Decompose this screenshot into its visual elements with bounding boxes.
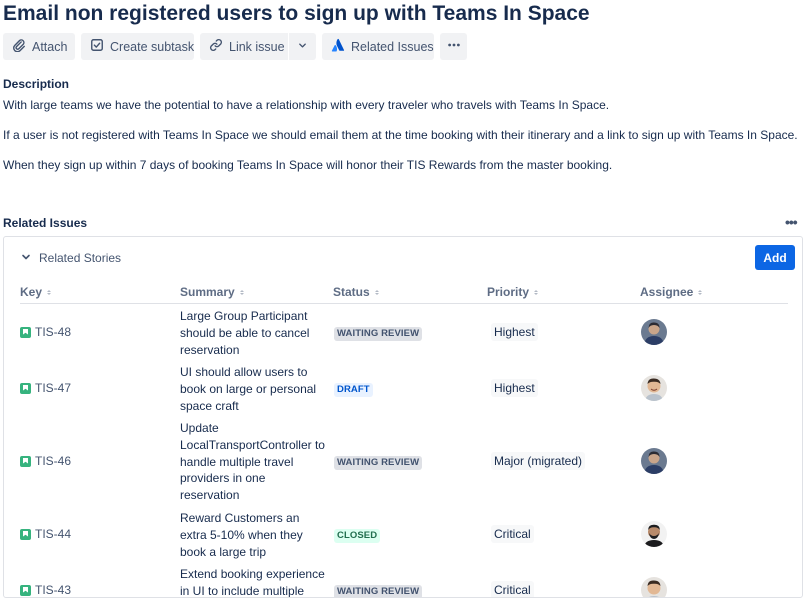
column-header-label: Summary bbox=[180, 285, 235, 299]
issue-key: TIS-47 bbox=[35, 381, 72, 395]
priority-value[interactable]: Critical bbox=[491, 581, 534, 597]
avatar[interactable] bbox=[641, 319, 667, 345]
issue-toolbar: Attach Create subtask Link issue Related… bbox=[3, 33, 467, 60]
attach-button[interactable]: Attach bbox=[3, 33, 75, 60]
issue-summary[interactable]: Extend booking experience in UI to inclu… bbox=[180, 566, 328, 597]
story-icon bbox=[20, 528, 31, 540]
create-subtask-label: Create subtask bbox=[110, 39, 195, 54]
issue-summary[interactable]: UI should allow users to book on large o… bbox=[180, 364, 328, 414]
story-icon bbox=[20, 326, 31, 338]
status-badge[interactable]: WAITING REVIEW bbox=[334, 585, 423, 597]
issue-summary[interactable]: Large Group Participant should be able t… bbox=[180, 308, 328, 358]
priority-value[interactable]: Highest bbox=[491, 379, 538, 397]
attach-label: Attach bbox=[32, 39, 68, 54]
related-stories-title: Related Stories bbox=[39, 251, 122, 265]
add-button[interactable]: Add bbox=[755, 245, 795, 270]
sort-icon bbox=[47, 289, 52, 295]
more-actions-button[interactable] bbox=[440, 33, 467, 60]
avatar[interactable] bbox=[641, 577, 667, 597]
header-divider bbox=[20, 303, 788, 304]
related-issues-heading: Related Issues bbox=[3, 216, 88, 230]
more-icon bbox=[447, 38, 461, 55]
paperclip-icon bbox=[12, 38, 26, 55]
column-header-status[interactable]: Status bbox=[333, 285, 379, 299]
priority-value[interactable]: Major (migrated) bbox=[491, 452, 586, 470]
column-header-key[interactable]: Key bbox=[20, 285, 52, 299]
chevron-down-icon bbox=[297, 40, 308, 54]
column-header-label: Status bbox=[333, 285, 370, 299]
issue-key: TIS-43 bbox=[35, 583, 72, 597]
create-subtask-button[interactable]: Create subtask bbox=[81, 33, 194, 60]
issue-key-link[interactable]: TIS-48 bbox=[20, 325, 71, 339]
issue-summary[interactable]: Update LocalTransportController to handl… bbox=[180, 420, 328, 504]
issue-key-link[interactable]: TIS-46 bbox=[20, 454, 71, 468]
issue-key-link[interactable]: TIS-43 bbox=[20, 583, 71, 597]
column-header-summary[interactable]: Summary bbox=[180, 285, 244, 299]
column-header-label: Key bbox=[20, 285, 43, 299]
sort-icon bbox=[239, 289, 244, 295]
sort-icon bbox=[698, 289, 703, 295]
status-badge[interactable]: CLOSED bbox=[334, 529, 381, 543]
story-icon bbox=[20, 455, 31, 467]
related-issues-button[interactable]: Related Issues bbox=[322, 33, 434, 60]
priority-value[interactable]: Critical bbox=[491, 525, 534, 543]
avatar[interactable] bbox=[641, 448, 667, 474]
related-issues-label: Related Issues bbox=[351, 39, 434, 54]
issue-key: TIS-44 bbox=[35, 527, 72, 541]
story-icon bbox=[20, 584, 31, 596]
link-issue-button[interactable]: Link issue bbox=[200, 33, 288, 60]
column-header-assignee[interactable]: Assignee bbox=[640, 285, 703, 299]
issue-summary[interactable]: Reward Customers an extra 5-10% when the… bbox=[180, 510, 328, 560]
avatar[interactable] bbox=[641, 375, 667, 401]
priority-value[interactable]: Highest bbox=[491, 323, 538, 341]
link-issue-group: Link issue bbox=[200, 33, 316, 60]
link-icon bbox=[209, 38, 223, 55]
atlassian-logo-icon bbox=[331, 38, 345, 55]
chevron-down-icon bbox=[21, 251, 31, 265]
avatar[interactable] bbox=[641, 521, 667, 547]
status-badge[interactable]: WAITING REVIEW bbox=[334, 456, 423, 470]
column-header-label: Assignee bbox=[640, 285, 694, 299]
status-badge[interactable]: DRAFT bbox=[334, 383, 373, 397]
description-paragraph: When they sign up within 7 days of booki… bbox=[3, 158, 613, 172]
column-header-priority[interactable]: Priority bbox=[487, 285, 539, 299]
sort-icon bbox=[534, 289, 539, 295]
story-icon bbox=[20, 382, 31, 394]
status-badge[interactable]: WAITING REVIEW bbox=[334, 327, 423, 341]
sort-icon bbox=[374, 289, 379, 295]
issue-key: TIS-48 bbox=[35, 325, 72, 339]
related-stories-toggle[interactable]: Related Stories bbox=[21, 251, 121, 265]
description-paragraph: If a user is not registered with Teams I… bbox=[3, 128, 798, 142]
related-issues-more-icon[interactable]: ••• bbox=[785, 214, 798, 230]
description-paragraph: With large teams we have the potential t… bbox=[3, 98, 610, 112]
link-issue-label: Link issue bbox=[229, 39, 285, 54]
link-issue-dropdown-button[interactable] bbox=[289, 33, 316, 60]
issue-key: TIS-46 bbox=[35, 454, 72, 468]
description-heading: Description bbox=[3, 77, 70, 91]
column-header-label: Priority bbox=[487, 285, 530, 299]
subtask-icon bbox=[90, 38, 104, 55]
related-issues-panel: Related Stories Add Key Summary Status P… bbox=[3, 236, 803, 598]
issue-key-link[interactable]: TIS-47 bbox=[20, 381, 71, 395]
issue-title: Email non registered users to sign up wi… bbox=[3, 2, 590, 25]
issue-key-link[interactable]: TIS-44 bbox=[20, 527, 71, 541]
